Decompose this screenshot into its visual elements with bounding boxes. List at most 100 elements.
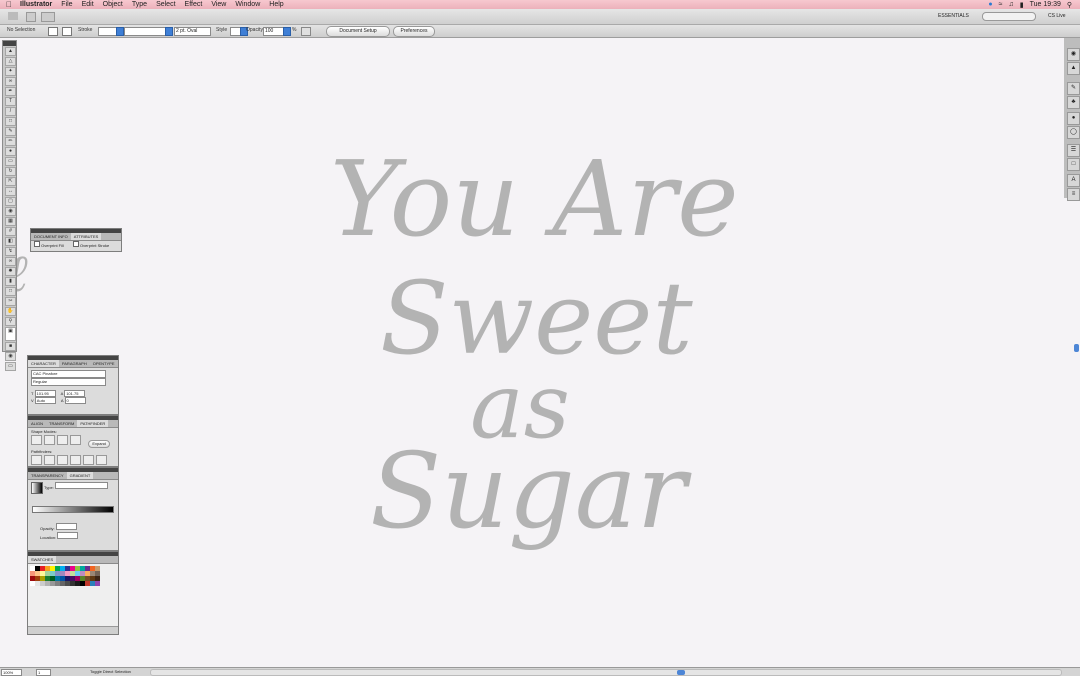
- blend-tool-icon[interactable]: ∞: [5, 257, 16, 266]
- symbol-sprayer-tool-icon[interactable]: ✹: [5, 267, 16, 276]
- swatch-55[interactable]: [95, 581, 100, 586]
- menu-type[interactable]: Type: [132, 0, 147, 9]
- menu-object[interactable]: Object: [103, 0, 123, 9]
- merge-icon[interactable]: [57, 455, 68, 465]
- selection-tool-icon[interactable]: ▲: [5, 47, 16, 56]
- brush-field[interactable]: 2 pt. Oval: [174, 27, 211, 36]
- gradient-opacity-field[interactable]: [55, 523, 77, 530]
- recolor-icon[interactable]: [301, 27, 311, 36]
- menu-help[interactable]: Help: [269, 0, 283, 9]
- menu-select[interactable]: Select: [156, 0, 175, 9]
- outline-icon[interactable]: [83, 455, 94, 465]
- twitter-icon[interactable]: ●: [988, 1, 992, 8]
- crop-icon[interactable]: [70, 455, 81, 465]
- search-help-input[interactable]: [982, 12, 1036, 21]
- tools-panel-header[interactable]: [3, 41, 16, 46]
- fill-swatch[interactable]: [48, 27, 58, 36]
- menu-effect[interactable]: Effect: [185, 0, 203, 9]
- screen-mode-icon[interactable]: ▭: [5, 362, 16, 371]
- horizontal-scroll-thumb[interactable]: [677, 670, 685, 675]
- tab-document-info[interactable]: DOCUMENT INFO: [31, 233, 71, 240]
- document-setup-button[interactable]: Document Setup: [326, 26, 390, 37]
- tab-gradient[interactable]: GRADIENT: [66, 472, 94, 479]
- opacity-dropdown[interactable]: [283, 27, 291, 36]
- artwork-line-4[interactable]: Sugar: [370, 430, 687, 552]
- exclude-icon[interactable]: [70, 435, 81, 445]
- divide-icon[interactable]: [31, 455, 42, 465]
- cs-live-button[interactable]: CS Live: [1048, 12, 1066, 21]
- tab-character[interactable]: CHARACTER: [28, 360, 59, 367]
- rotate-tool-icon[interactable]: ↻: [5, 167, 16, 176]
- gradient-slider[interactable]: [32, 506, 114, 513]
- preferences-button[interactable]: Preferences: [393, 26, 435, 37]
- gradient-thumbnail[interactable]: [31, 482, 43, 494]
- tab-opentype[interactable]: OPENTYPE: [90, 360, 118, 367]
- hand-tool-icon[interactable]: ✋: [5, 307, 16, 316]
- variable-width-field[interactable]: [124, 27, 167, 36]
- tab-attributes[interactable]: ATTRIBUTES: [70, 233, 102, 240]
- stroke-weight-field[interactable]: [98, 27, 117, 36]
- symbols-panel-icon[interactable]: ♣: [1067, 96, 1080, 109]
- paragraph-styles-icon[interactable]: ≡: [1067, 188, 1080, 201]
- tab-swatches[interactable]: SWATCHES: [28, 556, 57, 563]
- fill-stroke-icon[interactable]: ▣: [5, 327, 16, 341]
- overprint-fill-checkbox[interactable]: [34, 241, 40, 247]
- font-style-field[interactable]: Regular: [31, 378, 106, 386]
- clock[interactable]: Tue 19:39: [1030, 1, 1061, 8]
- line-tool-icon[interactable]: /: [5, 107, 16, 116]
- character-styles-icon[interactable]: A: [1067, 174, 1080, 187]
- lasso-tool-icon[interactable]: ∞: [5, 77, 16, 86]
- variable-width-dropdown[interactable]: [165, 27, 173, 36]
- layers-panel-icon[interactable]: ☰: [1067, 144, 1080, 157]
- volume-icon[interactable]: ♫: [1008, 1, 1013, 8]
- wifi-icon[interactable]: ≈: [999, 1, 1003, 8]
- tab-paragraph[interactable]: PARAGRAPH: [59, 360, 90, 367]
- unite-icon[interactable]: [31, 435, 42, 445]
- color-panel-icon[interactable]: ◉: [1067, 48, 1080, 61]
- artboard-tool-icon[interactable]: □: [5, 287, 16, 296]
- magic-wand-tool-icon[interactable]: ✦: [5, 67, 16, 76]
- gradient-location-field[interactable]: [57, 532, 79, 539]
- free-transform-tool-icon[interactable]: ▢: [5, 197, 16, 206]
- kerning-field[interactable]: Auto: [34, 397, 56, 404]
- perspective-grid-tool-icon[interactable]: ▦: [5, 217, 16, 226]
- tab-pathfinder[interactable]: PATHFINDER: [77, 420, 109, 427]
- tab-transform[interactable]: TRANSFORM: [46, 420, 77, 427]
- gradient-type-field[interactable]: [54, 482, 108, 490]
- scale-tool-icon[interactable]: ⇱: [5, 177, 16, 186]
- expand-button[interactable]: Expand: [88, 440, 111, 448]
- trim-icon[interactable]: [44, 455, 55, 465]
- width-tool-icon[interactable]: ↔: [5, 187, 16, 196]
- gradient-tool-icon[interactable]: ◧: [5, 237, 16, 246]
- stroke-swatch[interactable]: [62, 27, 72, 36]
- eraser-tool-icon[interactable]: ▭: [5, 157, 16, 166]
- arrange-documents-icon[interactable]: [41, 12, 55, 22]
- stroke-weight-dropdown[interactable]: [116, 27, 124, 36]
- artwork-line-1[interactable]: You Are: [330, 138, 739, 260]
- eyedropper-tool-icon[interactable]: ↯: [5, 247, 16, 256]
- mesh-tool-icon[interactable]: #: [5, 227, 16, 236]
- leading-field[interactable]: 101.75: [64, 390, 86, 397]
- slice-tool-icon[interactable]: ✂: [5, 297, 16, 306]
- bridge-icon[interactable]: [26, 12, 36, 22]
- overprint-stroke-checkbox[interactable]: [72, 241, 79, 247]
- color-guide-icon[interactable]: ▲: [1067, 62, 1080, 75]
- appearance-panel-icon[interactable]: ◯: [1067, 126, 1080, 139]
- blob-brush-tool-icon[interactable]: ●: [5, 147, 16, 156]
- minus-back-icon[interactable]: [96, 455, 107, 465]
- pen-tool-icon[interactable]: ✒: [5, 87, 16, 96]
- workspace-switcher[interactable]: ESSENTIALS: [938, 12, 969, 21]
- tab-align[interactable]: ALIGN: [28, 420, 46, 427]
- tab-transparency[interactable]: TRANSPARENCY: [28, 472, 67, 479]
- apple-icon[interactable]: : [6, 0, 12, 9]
- font-size-field[interactable]: 101.95: [34, 390, 56, 397]
- column-graph-tool-icon[interactable]: ▮: [5, 277, 16, 286]
- spotlight-icon[interactable]: ⚲: [1067, 1, 1072, 9]
- shape-builder-tool-icon[interactable]: ◉: [5, 207, 16, 216]
- graphic-styles-icon[interactable]: ●: [1067, 112, 1080, 125]
- brushes-panel-icon[interactable]: ✎: [1067, 82, 1080, 95]
- opacity-field[interactable]: 100: [263, 27, 284, 36]
- rectangle-tool-icon[interactable]: □: [5, 117, 16, 126]
- type-tool-icon[interactable]: T: [5, 97, 16, 106]
- menu-edit[interactable]: Edit: [82, 0, 94, 9]
